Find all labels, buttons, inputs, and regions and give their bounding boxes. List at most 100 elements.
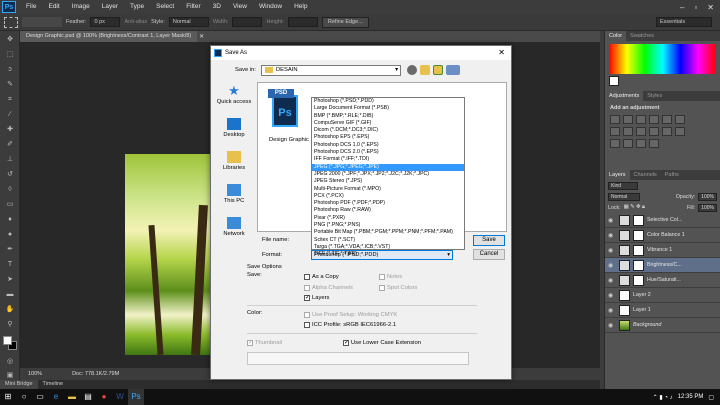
- fill-input[interactable]: 100%: [698, 203, 717, 212]
- dodge-tool-icon[interactable]: ●: [3, 228, 17, 241]
- layer-mask-thumbnail[interactable]: [633, 259, 644, 271]
- eye-icon[interactable]: ◉: [608, 232, 616, 239]
- eye-icon[interactable]: ◉: [608, 262, 616, 269]
- blend-mode-select[interactable]: Normal: [608, 192, 640, 201]
- menu-3d[interactable]: 3D: [207, 0, 227, 14]
- menu-image[interactable]: Image: [66, 0, 96, 14]
- save-button[interactable]: Save: [473, 235, 505, 246]
- format-option[interactable]: Scitex CT (*.SCT): [312, 237, 464, 244]
- format-option[interactable]: Photoshop PDF (*.PDF;*.PDP): [312, 200, 464, 207]
- layer-row[interactable]: ◉ Selective Col...: [605, 213, 720, 228]
- tab-styles[interactable]: Styles: [643, 91, 666, 101]
- tab-color[interactable]: Color: [605, 31, 627, 41]
- format-dropdown-list[interactable]: Photoshop (*.PSD;*.PDD) Large Document Fo…: [311, 97, 465, 257]
- menu-help[interactable]: Help: [288, 0, 313, 14]
- brush-tool-icon[interactable]: ✐: [3, 138, 17, 151]
- lasso-tool-icon[interactable]: ↄ: [3, 63, 17, 76]
- place-libraries[interactable]: Libraries: [214, 151, 254, 182]
- minimize-icon[interactable]: –: [680, 3, 684, 12]
- format-option[interactable]: CompuServe GIF (*.GIF): [312, 120, 464, 127]
- format-option[interactable]: Photoshop (*.PSD;*.PDD): [312, 98, 464, 105]
- photoshop-taskbar-icon[interactable]: Ps: [128, 389, 144, 405]
- close-icon[interactable]: ✕: [707, 3, 714, 12]
- shape-tool-icon[interactable]: ▬: [3, 288, 17, 301]
- layer-row[interactable]: ◉ Hue/Saturati...: [605, 273, 720, 288]
- hand-tool-icon[interactable]: ✋: [3, 303, 17, 316]
- place-desktop[interactable]: Desktop: [214, 118, 254, 149]
- format-option[interactable]: Photoshop Raw (*.RAW): [312, 207, 464, 214]
- menu-layer[interactable]: Layer: [96, 0, 124, 14]
- menu-select[interactable]: Select: [150, 0, 180, 14]
- format-option[interactable]: Pixar (*.PXR): [312, 215, 464, 222]
- maximize-icon[interactable]: ▫: [694, 3, 697, 12]
- antialias-checkbox[interactable]: Anti-alias: [124, 19, 147, 25]
- format-option[interactable]: Dicom (*.DCM;*.DC3;*.DIC): [312, 127, 464, 134]
- tab-mini-bridge[interactable]: Mini Bridge: [0, 380, 38, 389]
- word-icon[interactable]: W: [112, 389, 128, 405]
- chrome-icon[interactable]: ●: [96, 389, 112, 405]
- layer-mask-thumbnail[interactable]: [633, 244, 644, 256]
- selective-color-icon[interactable]: [649, 139, 659, 148]
- photo-filter-icon[interactable]: [636, 127, 646, 136]
- lowercase-extension-checkbox[interactable]: ✓ Use Lower Case Extension: [343, 340, 421, 346]
- tray-icons[interactable]: ⌃ ▮ ◔ ♪: [653, 394, 673, 401]
- format-option[interactable]: IFF Format (*.IFF;*.TDI): [312, 156, 464, 163]
- feather-input[interactable]: 0 px: [90, 17, 121, 27]
- stamp-tool-icon[interactable]: ⊥: [3, 153, 17, 166]
- up-folder-icon[interactable]: [420, 65, 430, 75]
- new-folder-icon[interactable]: [433, 65, 443, 75]
- color-balance-icon[interactable]: [610, 127, 620, 136]
- format-option[interactable]: PCX (*.PCX): [312, 193, 464, 200]
- gradient-map-icon[interactable]: [636, 139, 646, 148]
- spot-colors-checkbox[interactable]: Spot Colors: [379, 285, 417, 291]
- view-menu-icon[interactable]: [446, 65, 460, 75]
- place-quick-access[interactable]: ★ Quick access: [214, 84, 254, 116]
- marquee-tool-icon[interactable]: ⬚: [3, 48, 17, 61]
- zoom-tool-icon[interactable]: ⚲: [3, 318, 17, 331]
- format-option[interactable]: Photoshop EPS (*.EPS): [312, 134, 464, 141]
- tab-swatches[interactable]: Swatches: [626, 31, 658, 41]
- thumbnail-checkbox[interactable]: ✓ Thumbnail: [247, 340, 282, 346]
- eraser-icon[interactable]: ◊: [3, 183, 17, 196]
- width-input[interactable]: [232, 17, 263, 27]
- move-tool-icon[interactable]: ✥: [3, 33, 17, 46]
- eye-icon[interactable]: ◉: [608, 322, 616, 329]
- layer-row[interactable]: ◉ Layer 2: [605, 288, 720, 303]
- tab-paths[interactable]: Paths: [661, 170, 683, 180]
- format-option[interactable]: Photoshop DCS 2.0 (*.EPS): [312, 149, 464, 156]
- notifications-icon[interactable]: ▢: [708, 394, 714, 401]
- close-tab-icon[interactable]: ✕: [199, 33, 204, 40]
- format-option[interactable]: Targa (*.TGA;*.VDA;*.ICB;*.VST): [312, 244, 464, 251]
- zoom-level[interactable]: 100%: [28, 368, 42, 380]
- color-lookup-icon[interactable]: [662, 127, 672, 136]
- quick-mask-icon[interactable]: ◎: [3, 355, 17, 368]
- store-icon[interactable]: ▤: [80, 389, 96, 405]
- format-option[interactable]: Portable Bit Map (*.PBM;*.PGM;*.PPM;*.PN…: [312, 229, 464, 236]
- format-option[interactable]: JPEG (*.JPG;*.JPEG;*.JPE): [312, 163, 464, 171]
- refine-edge-button[interactable]: Refine Edge...: [321, 16, 369, 28]
- menu-filter[interactable]: Filter: [180, 0, 206, 14]
- format-option[interactable]: Large Document Format (*.PSB): [312, 105, 464, 112]
- place-network[interactable]: Network: [214, 217, 254, 248]
- marquee-tool-icon[interactable]: [4, 16, 18, 28]
- layer-mask-thumbnail[interactable]: [633, 229, 644, 241]
- format-option[interactable]: Photoshop DCS 1.0 (*.EPS): [312, 142, 464, 149]
- foreground-color-swatch[interactable]: [3, 336, 12, 345]
- document-tab[interactable]: Design Graphic.psd @ 100% (Brightness/Co…: [20, 31, 198, 42]
- kind-filter-select[interactable]: Kind: [608, 181, 638, 190]
- exposure-icon[interactable]: [649, 115, 659, 124]
- proof-setup-checkbox[interactable]: Use Proof Setup: Working CMYK: [304, 312, 397, 318]
- layer-row[interactable]: ◉ Background: [605, 318, 720, 333]
- format-option[interactable]: TIFF (*.TIF;*.TIFF): [312, 251, 464, 258]
- blur-tool-icon[interactable]: ♦: [3, 213, 17, 226]
- threshold-icon[interactable]: [623, 139, 633, 148]
- layer-row[interactable]: ◉ Layer 1: [605, 303, 720, 318]
- tab-channels[interactable]: Channels: [630, 170, 661, 180]
- crop-tool-icon[interactable]: ⌗: [3, 93, 17, 106]
- gradient-tool-icon[interactable]: ▭: [3, 198, 17, 211]
- menu-type[interactable]: Type: [124, 0, 150, 14]
- back-icon[interactable]: [407, 65, 417, 75]
- clock[interactable]: 12:35 PM: [678, 394, 704, 400]
- posterize-icon[interactable]: [610, 139, 620, 148]
- style-select[interactable]: Normal: [168, 17, 209, 27]
